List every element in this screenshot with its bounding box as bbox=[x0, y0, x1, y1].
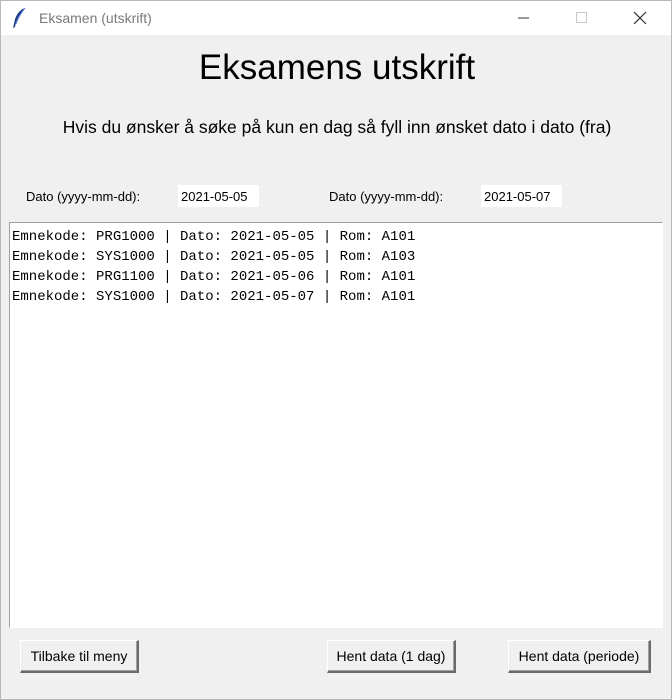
app-window: Eksamen (utskrift) Eksamens utskrift Hvi… bbox=[0, 0, 672, 700]
minimize-button[interactable] bbox=[501, 1, 547, 35]
result-line: Emnekode: SYS1000 | Dato: 2021-05-07 | R… bbox=[12, 289, 416, 305]
date-from-label: Dato (yyyy-mm-dd): bbox=[26, 189, 141, 204]
close-icon bbox=[633, 11, 647, 25]
date-to-label: Dato (yyyy-mm-dd): bbox=[329, 189, 444, 204]
title-bar[interactable]: Eksamen (utskrift) bbox=[1, 1, 671, 35]
result-line: Emnekode: PRG1100 | Dato: 2021-05-06 | R… bbox=[12, 269, 416, 285]
result-line: Emnekode: SYS1000 | Dato: 2021-05-05 | R… bbox=[12, 249, 416, 265]
fetch-period-button[interactable]: Hent data (periode) bbox=[508, 640, 651, 673]
maximize-button[interactable] bbox=[559, 1, 605, 35]
window-title: Eksamen (utskrift) bbox=[39, 10, 152, 26]
date-from-field[interactable] bbox=[178, 185, 259, 207]
date-to-field[interactable] bbox=[481, 185, 562, 207]
fetch-day-button[interactable]: Hent data (1 dag) bbox=[327, 640, 456, 673]
instruction-text: Hvis du ønsker å søke på kun en dag så f… bbox=[62, 117, 612, 137]
page-title: Eksamens utskrift bbox=[198, 48, 476, 87]
result-line: Emnekode: PRG1000 | Dato: 2021-05-05 | R… bbox=[12, 229, 416, 245]
close-button[interactable] bbox=[617, 1, 663, 35]
results-textbox[interactable]: Emnekode: PRG1000 | Dato: 2021-05-05 | R… bbox=[9, 222, 663, 628]
feather-icon bbox=[11, 7, 29, 29]
back-to-menu-button[interactable]: Tilbake til meny bbox=[20, 640, 139, 673]
minimize-icon bbox=[518, 17, 529, 19]
maximize-icon bbox=[576, 12, 587, 23]
